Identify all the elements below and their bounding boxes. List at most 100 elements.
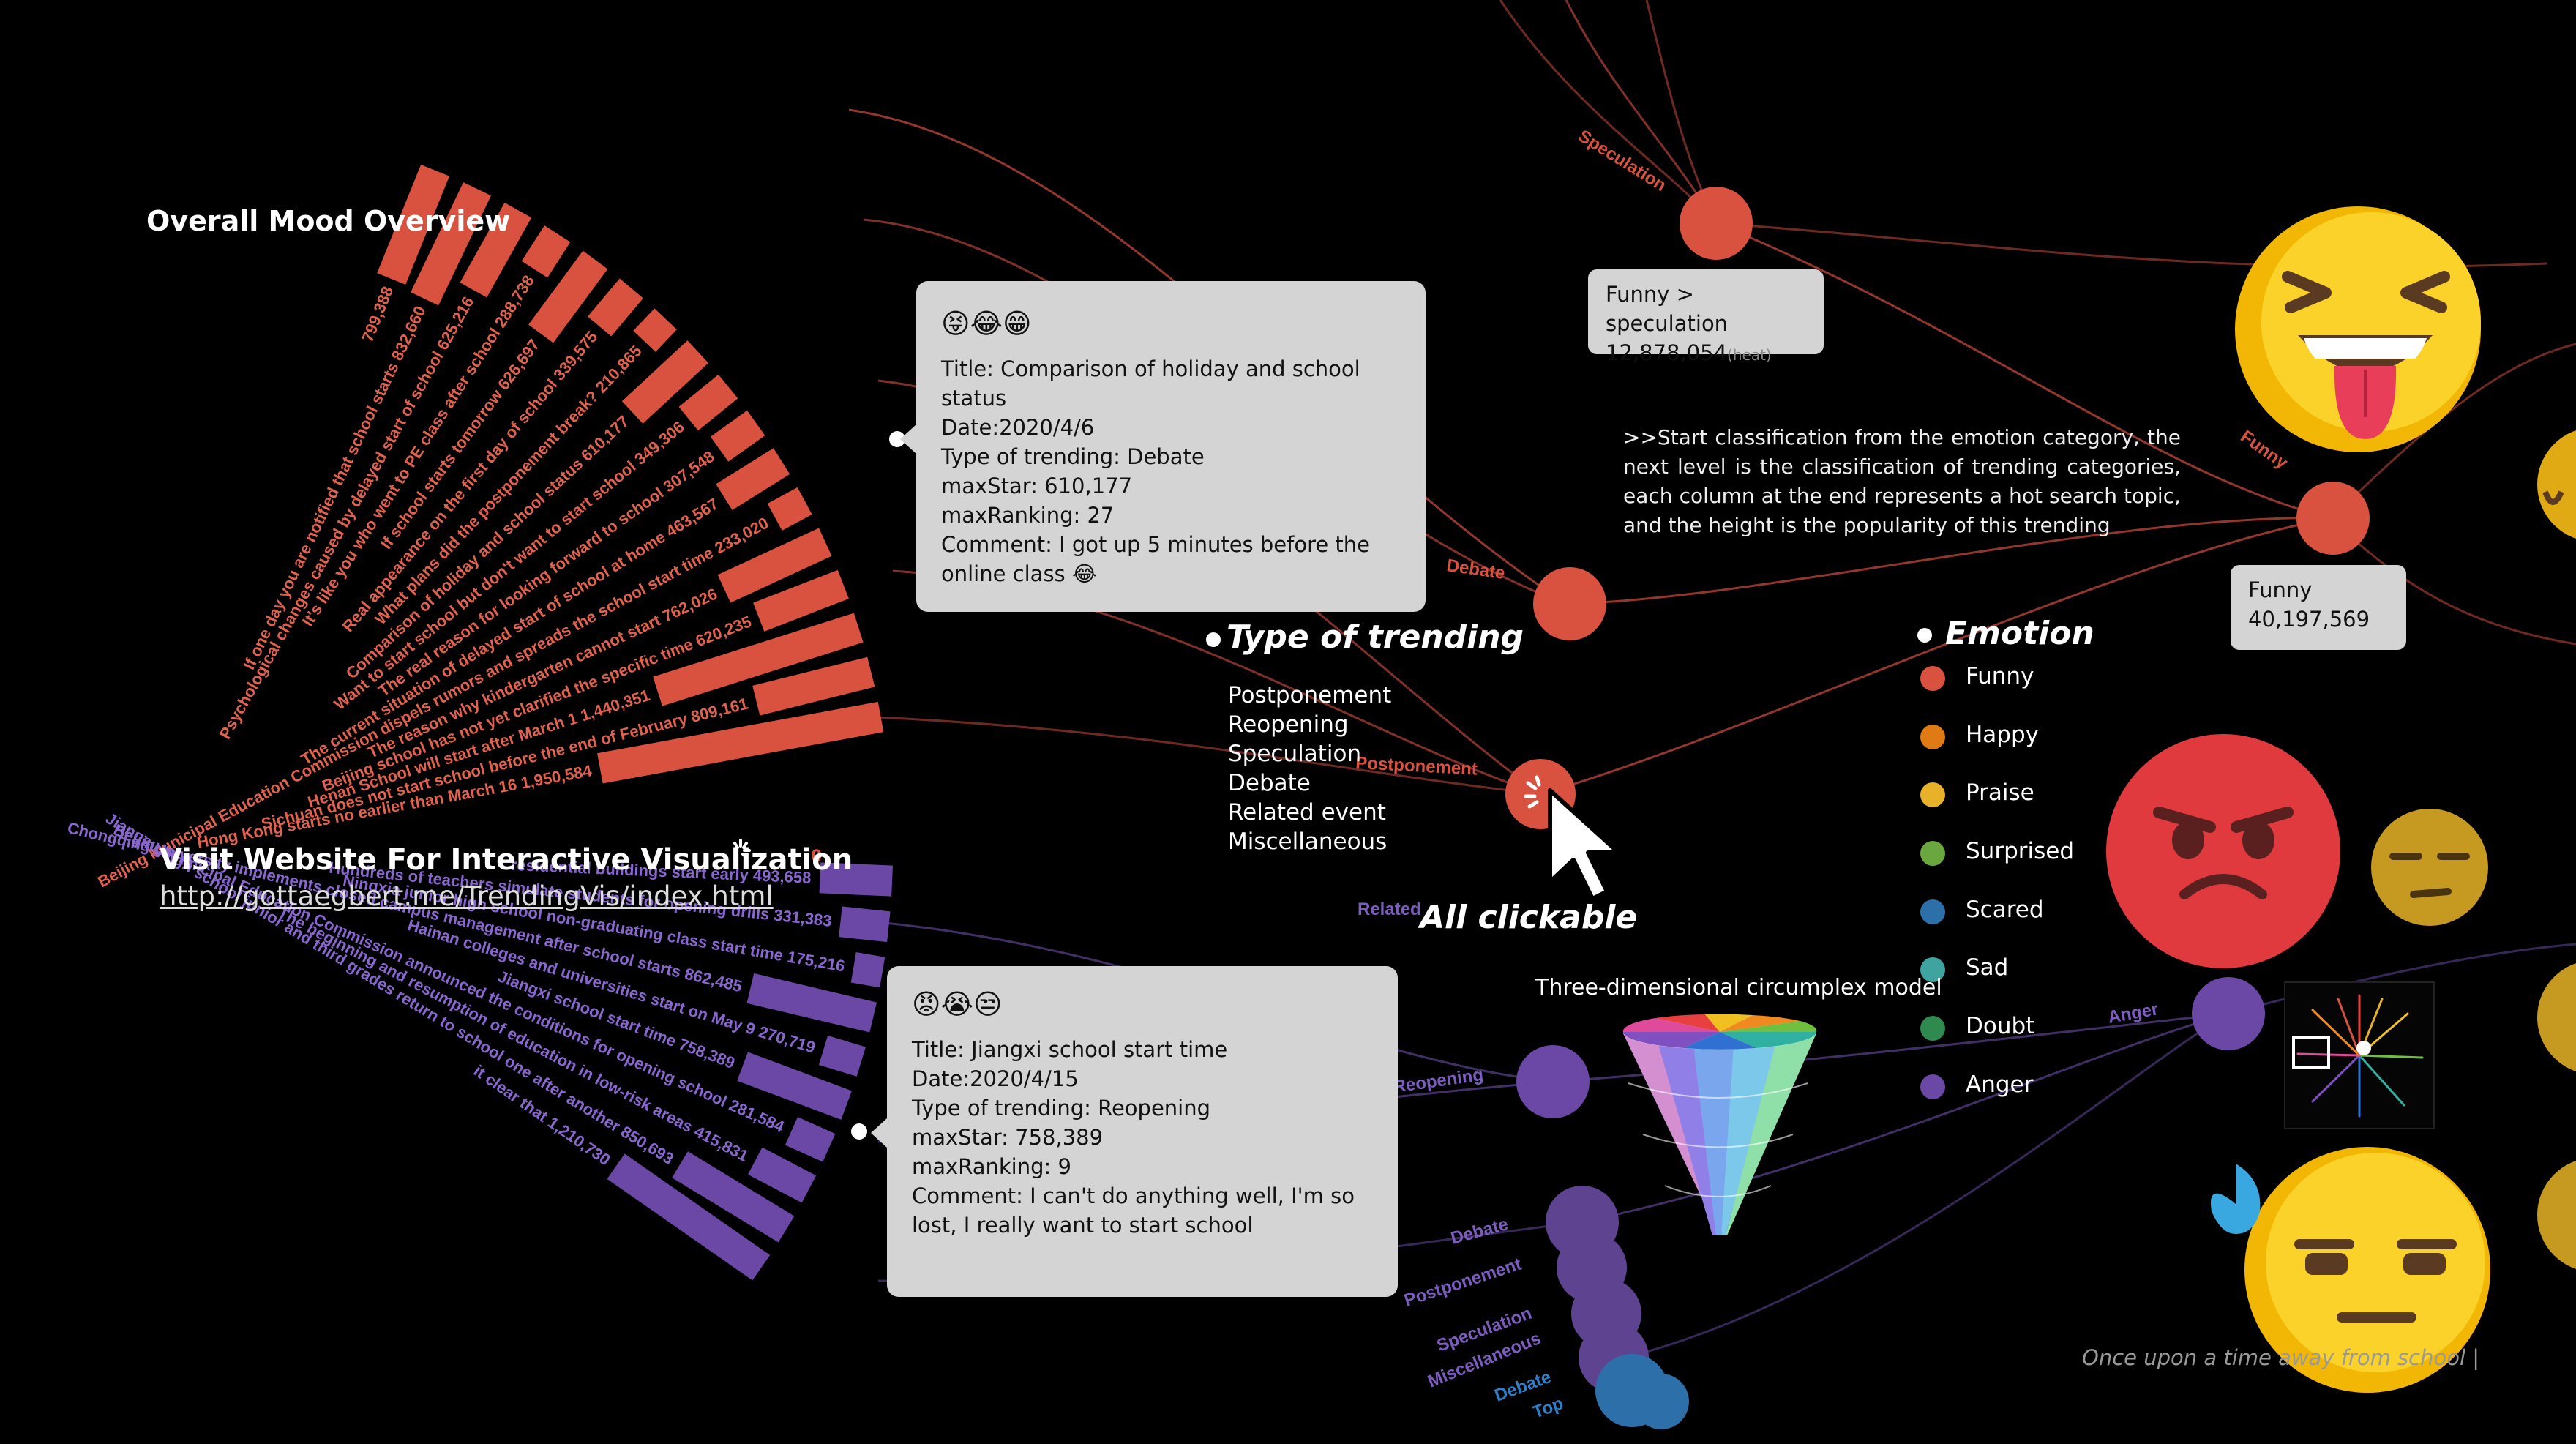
trending-bar[interactable]	[678, 374, 738, 431]
trending-bar[interactable]	[588, 278, 643, 337]
emotion-swatch-funny	[1920, 666, 1945, 691]
debate-node[interactable]	[1533, 567, 1606, 640]
branch-label-funny: Funny	[2237, 427, 2292, 474]
type-item-speculation[interactable]: Speculation	[1228, 739, 1391, 768]
edge-emoji-partial-2-icon	[2537, 963, 2576, 1071]
emotion-label-praise: Praise	[1966, 779, 2034, 806]
tooltip2-maxstar: maxStar: 758,389	[912, 1125, 1104, 1150]
emotion-swatch-happy	[1920, 725, 1945, 749]
branch-label-related: Related	[1358, 899, 1421, 919]
branch-label-anger-top: Top	[1530, 1394, 1566, 1423]
tooltip2-date: Date:2020/4/15	[912, 1066, 1079, 1091]
emotion-swatch-anger	[1920, 1074, 1945, 1099]
emotion-item-surprised[interactable]: Surprised	[1920, 838, 2140, 867]
emotion-item-anger[interactable]: Anger	[1920, 1071, 2140, 1101]
tooltip1-comment: Comment: I got up 5 minutes before the o…	[941, 532, 1371, 586]
speculation-node[interactable]	[1680, 187, 1753, 260]
type-item-miscellaneous[interactable]: Miscellaneous	[1228, 827, 1391, 856]
trending-bar[interactable]	[785, 1117, 836, 1162]
tooltip1-type: Type of trending: Debate	[941, 444, 1205, 469]
node-tooltip-speculation-unit: (heat)	[1727, 346, 1772, 364]
trending-bar[interactable]	[818, 1035, 866, 1077]
trending-bar[interactable]	[839, 906, 891, 943]
node-tooltip-speculation-path: Funny > speculation	[1606, 282, 1729, 336]
classification-description: >>Start classification from the emotion …	[1623, 425, 2181, 537]
tooltip2-emoji: 😡😭😒	[912, 988, 1003, 1020]
emotion-label-funny: Funny	[1966, 663, 2034, 689]
node-tooltip-funny-label: Funny	[2248, 577, 2313, 602]
funny-bar-group: 799,388If one day you are notified that …	[94, 164, 884, 891]
unamused-face-emoji-icon	[2371, 809, 2488, 926]
circumplex-cone-icon[interactable]	[1622, 1014, 1817, 1235]
type-item-postponement[interactable]: Postponement	[1228, 681, 1391, 710]
firework-thumbnail-image[interactable]	[2284, 981, 2435, 1129]
type-legend-dot	[1206, 632, 1221, 647]
emotion-label-surprised: Surprised	[1966, 838, 2075, 864]
tooltip1-title: Title: Comparison of holiday and school …	[941, 356, 1360, 411]
type-item-debate[interactable]: Debate	[1228, 768, 1391, 798]
emotion-item-funny[interactable]: Funny	[1920, 663, 2140, 692]
tooltip2-type: Type of trending: Reopening	[912, 1096, 1211, 1121]
tooltip2-maxranking: maxRanking: 9	[912, 1154, 1071, 1179]
emotion-item-scared[interactable]: Scared	[1920, 897, 2140, 926]
tooltip2-title: Title: Jiangxi school start time	[912, 1037, 1228, 1062]
emotion-swatch-doubt	[1920, 1016, 1945, 1041]
node-tooltip-funny-value: 40,197,569	[2248, 607, 2370, 632]
emotion-label-anger: Anger	[1966, 1071, 2034, 1098]
emotion-label-happy: Happy	[1966, 722, 2040, 748]
emotion-item-sad[interactable]: Sad	[1920, 954, 2140, 984]
node-tooltip-speculation-value: 12,878,054	[1606, 340, 1728, 365]
emotion-item-praise[interactable]: Praise	[1920, 779, 2140, 809]
tooltip2-pointer	[871, 1118, 887, 1148]
tooltip2-anchor-dot	[851, 1123, 867, 1140]
cursor-arrow-icon	[1548, 788, 1621, 901]
laughing-tongue-emoji-icon	[2235, 206, 2481, 452]
anger-bar-group: residential buildings start early 493,65…	[66, 809, 893, 1281]
branch-label-anger-postponement: Postponement	[1402, 1254, 1524, 1311]
trending-bar[interactable]	[521, 225, 571, 278]
type-legend-list: Postponement Reopening Speculation Debat…	[1228, 681, 1391, 856]
edge-emoji-partial-1-icon	[2537, 430, 2576, 539]
anger-extra-node[interactable]	[1633, 1374, 1689, 1429]
tooltip1-maxranking: maxRanking: 27	[941, 503, 1115, 528]
tooltip-jiangxi-school: 😡😭😒 Title: Jiangxi school start time Dat…	[887, 966, 1398, 1297]
overview-title: Overall Mood Overview	[146, 205, 511, 237]
circumplex-model-label: Three-dimensional circumplex model	[1535, 975, 1942, 1000]
trending-bar-label: 799,388	[358, 284, 397, 345]
type-legend-title: Type of trending	[1227, 618, 1524, 656]
tooltip1-maxstar: maxStar: 610,177	[941, 474, 1133, 498]
emotion-label-doubt: Doubt	[1966, 1013, 2035, 1039]
type-item-reopening[interactable]: Reopening	[1228, 710, 1391, 739]
emotion-swatch-scared	[1920, 899, 1945, 924]
all-clickable-label: All clickable	[1420, 899, 1638, 936]
website-link[interactable]: http://gottaegbert.me/TrendingVis/index.…	[160, 880, 774, 912]
emotion-item-happy[interactable]: Happy	[1920, 722, 2140, 751]
tooltip1-emoji: 😝😂😁	[941, 307, 1032, 340]
emotion-swatch-praise	[1920, 782, 1945, 807]
trending-bar[interactable]	[850, 952, 886, 988]
emotion-legend-title: Emotion	[1945, 615, 2094, 652]
emotion-item-doubt[interactable]: Doubt	[1920, 1013, 2140, 1042]
tooltip1-pointer	[900, 424, 916, 454]
trending-bar[interactable]	[710, 410, 765, 462]
node-tooltip-speculation: Funny > speculation 12,878,054(heat)	[1588, 269, 1824, 365]
tooltip-comparison-holiday: 😝😂😁 Title: Comparison of holiday and sch…	[916, 281, 1426, 612]
visit-website-title: Visit Website For Interactive Visualizat…	[160, 843, 853, 877]
trending-bar[interactable]	[767, 487, 812, 531]
emotion-swatch-surprised	[1920, 841, 1945, 866]
node-tooltip-funny: Funny 40,197,569	[2231, 565, 2406, 650]
angry-face-emoji-icon	[2106, 734, 2340, 968]
type-item-related-event[interactable]: Related event	[1228, 798, 1391, 827]
emotion-legend-dot	[1917, 628, 1932, 643]
branch-label-anger-debate: Debate	[1449, 1214, 1510, 1249]
funny-node[interactable]	[2296, 482, 2370, 555]
footer-tagline: Once upon a time away from school |	[2082, 1345, 2480, 1370]
edge-emoji-partial-3-icon	[2537, 1161, 2576, 1269]
branch-label-debate: Debate	[1445, 555, 1506, 583]
emotion-label-scared: Scared	[1966, 897, 2044, 923]
tooltip2-comment: Comment: I can't do anything well, I'm s…	[912, 1183, 1355, 1238]
reopening-node[interactable]	[1516, 1045, 1590, 1118]
emotion-label-sad: Sad	[1966, 954, 2009, 981]
anger-node[interactable]	[2192, 977, 2265, 1050]
trending-bar[interactable]	[633, 308, 677, 352]
